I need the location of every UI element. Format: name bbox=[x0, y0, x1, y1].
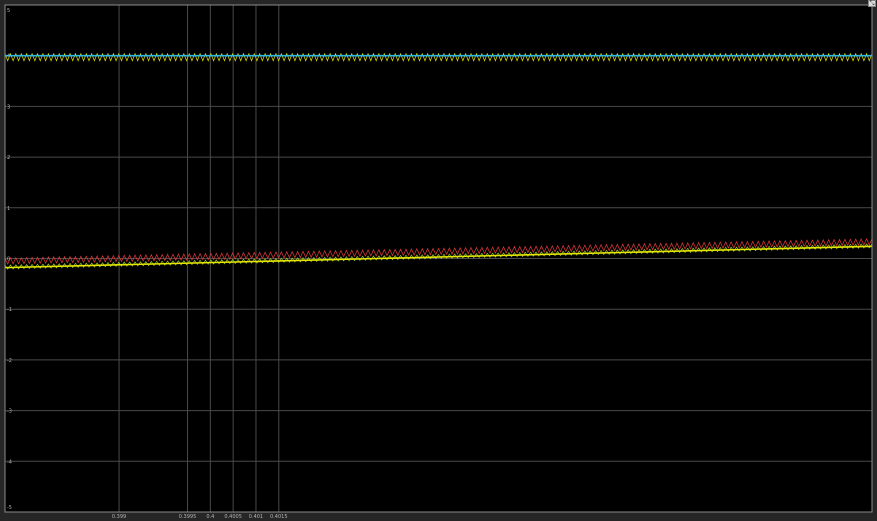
y-tick-label-9: -4 bbox=[7, 459, 12, 465]
x-tick-label-3: 0.4005 bbox=[224, 514, 242, 520]
x-tick-labels: 0.399 0.3995 0.4 0.4005 0.401 0.4015 bbox=[112, 514, 288, 520]
y-tick-label-8: -3 bbox=[7, 409, 12, 415]
y-tick-label-6: -1 bbox=[7, 307, 12, 313]
y-tick-label-0: 5 bbox=[7, 8, 10, 14]
scope-plot[interactable]: 5 4 3 2 1 0 -1 -2 -3 -4 -5 0.399 0.3995 0.4 0.4005 0.4… bbox=[0, 0, 877, 521]
x-tick-label-2: 0.4 bbox=[206, 514, 214, 520]
y-tick-label-5: 0 bbox=[7, 257, 10, 263]
y-tick-label-2: 3 bbox=[7, 104, 10, 110]
scope-window: 5 4 3 2 1 0 -1 -2 -3 -4 -5 0.399 0.3995 0.4 0.4005 0.4… bbox=[0, 0, 877, 521]
y-tick-label-7: -2 bbox=[7, 358, 12, 364]
x-tick-label-0: 0.399 bbox=[112, 514, 126, 520]
x-tick-label-4: 0.401 bbox=[249, 514, 263, 520]
undock-button[interactable]: ⤡ bbox=[868, 0, 876, 7]
y-tick-label-3: 2 bbox=[7, 155, 10, 161]
y-tick-label-1: 4 bbox=[7, 54, 10, 60]
x-tick-label-5: 0.4015 bbox=[270, 514, 288, 520]
y-tick-label-4: 1 bbox=[7, 206, 10, 212]
x-tick-label-1: 0.3995 bbox=[179, 514, 197, 520]
y-tick-label-10: -5 bbox=[7, 505, 12, 511]
